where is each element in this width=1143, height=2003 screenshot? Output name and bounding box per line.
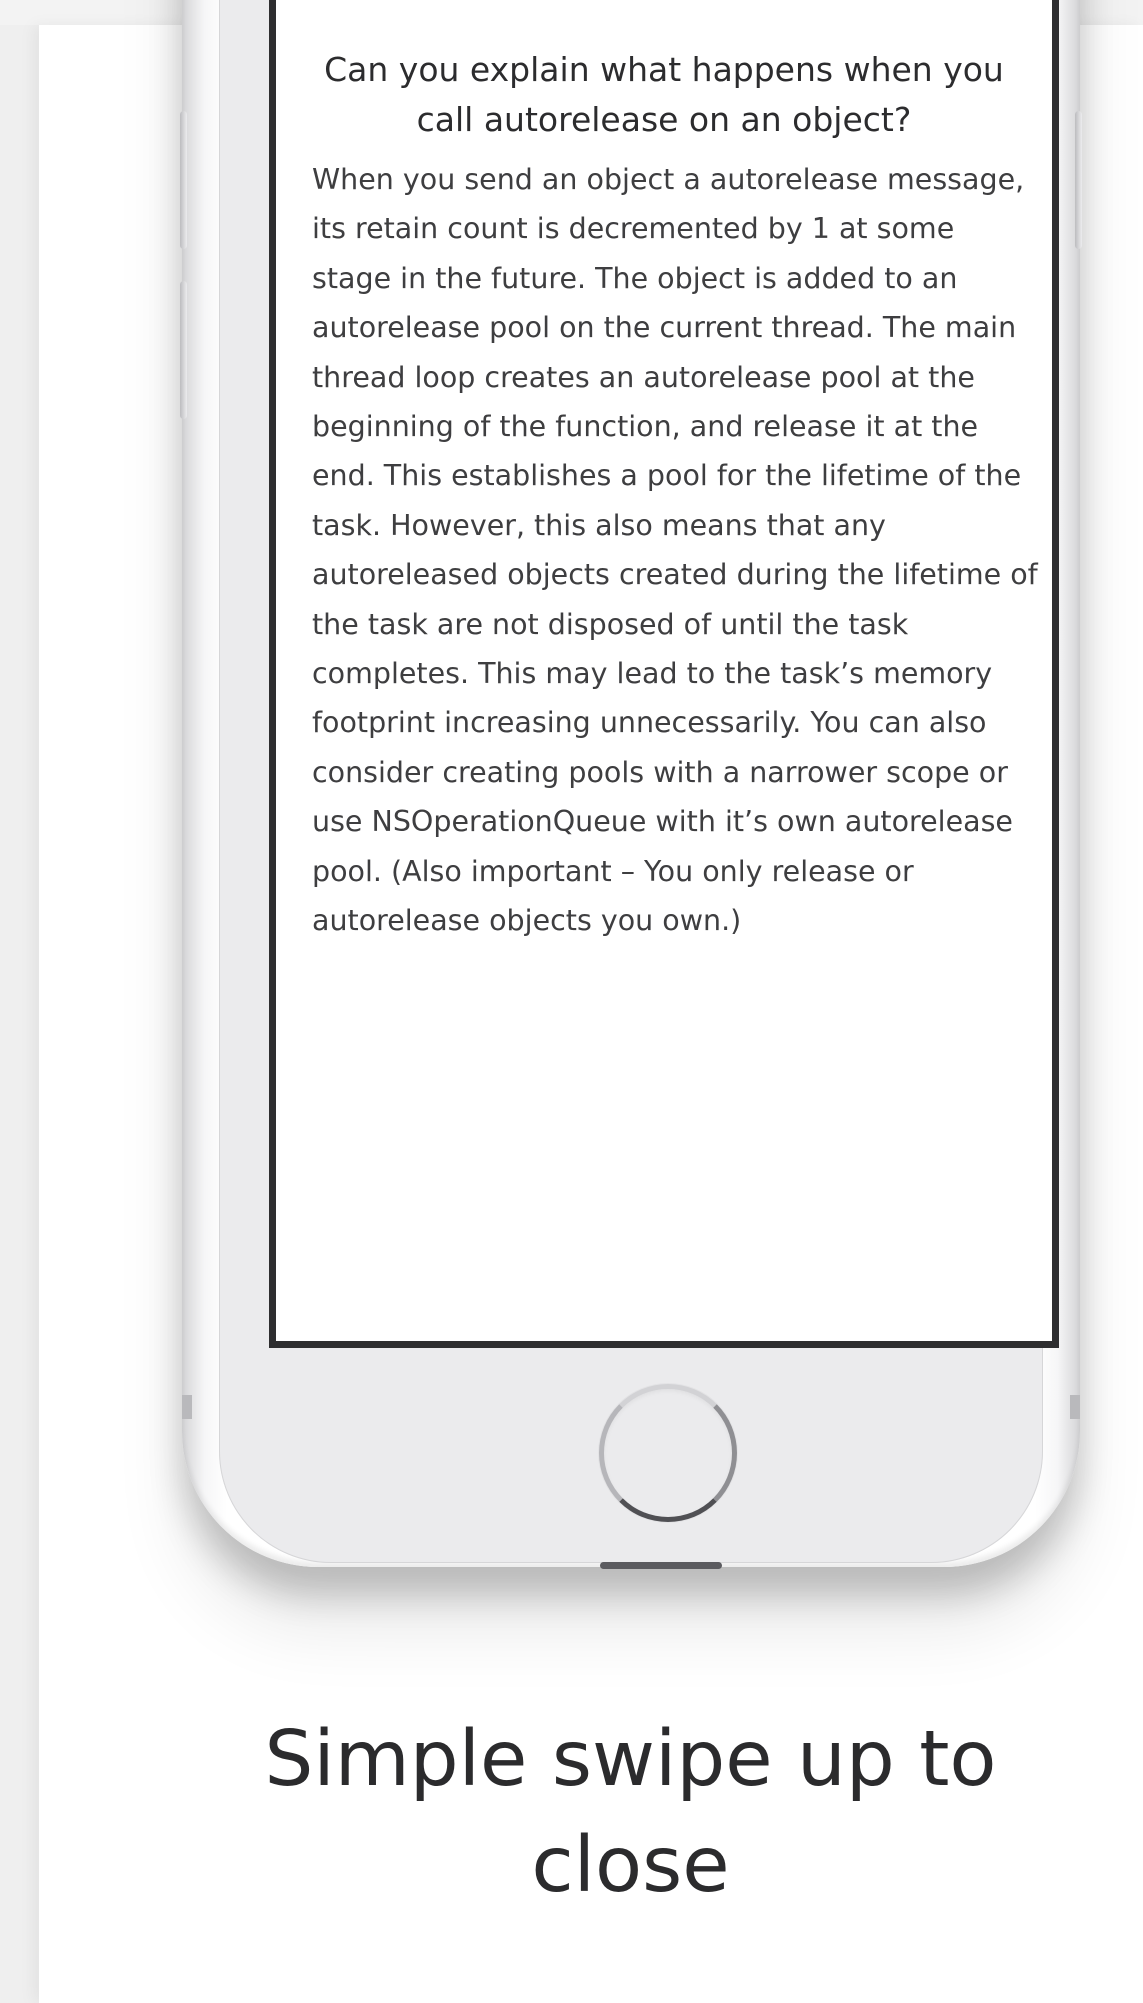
power-button [1075,111,1082,249]
home-button-icon [599,1384,737,1522]
flashcard-answer: When you send an object a autorelease me… [312,163,1038,938]
volume-up-button [180,111,187,249]
antenna-band-left [182,1395,192,1419]
phone-device: Can you explain what happens when you ca… [180,0,1082,1569]
antenna-band-right [1070,1395,1080,1419]
speaker-grille-icon [600,1562,722,1569]
marketing-caption: Simple swipe up to close [264,1715,997,1910]
phone-screen[interactable]: Can you explain what happens when you ca… [269,0,1059,1348]
content-panel: Can you explain what happens when you ca… [39,0,1143,2003]
flashcard-question: Can you explain what happens when you ca… [324,50,1004,139]
app-store-screenshot: Can you explain what happens when you ca… [0,0,1143,2003]
phone-bezel: Can you explain what happens when you ca… [219,0,1059,1569]
volume-down-button [180,281,187,419]
